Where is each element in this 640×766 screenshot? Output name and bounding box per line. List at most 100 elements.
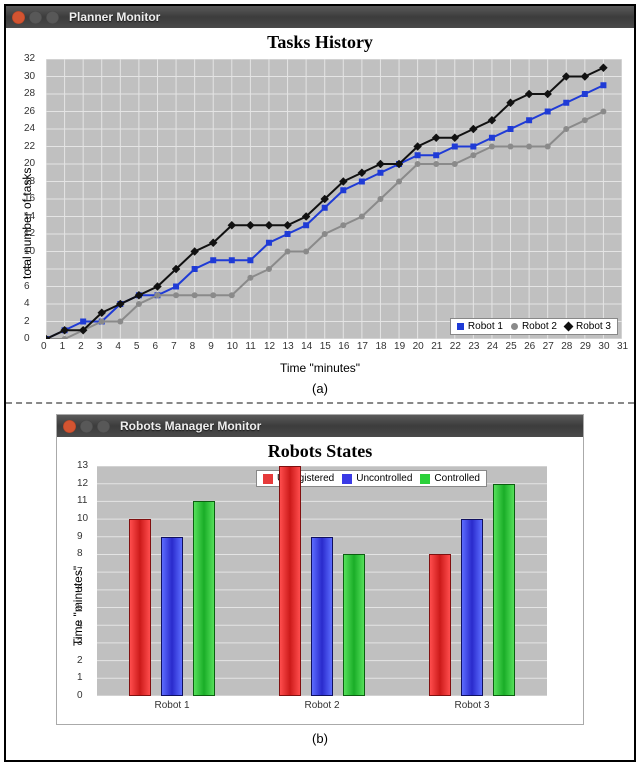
planner-monitor-window: Planner Monitor Tasks History total numb… <box>6 6 634 396</box>
x-tick-label: 30 <box>598 341 609 352</box>
y-tick-label: 3 <box>77 637 83 648</box>
bar <box>461 519 483 696</box>
legend-label: Controlled <box>434 473 480 484</box>
x-tick-label: 9 <box>208 341 214 352</box>
bar <box>311 537 333 696</box>
y-tick-label: 24 <box>24 123 42 134</box>
y-tick-label: 20 <box>24 158 42 169</box>
x-tick-label: 6 <box>152 341 158 352</box>
legend-item: Robot 2 <box>511 321 557 332</box>
y-tick-label: 0 <box>24 333 42 344</box>
y-tick-label: 6 <box>77 584 83 595</box>
y-tick-label: 5 <box>77 602 83 613</box>
x-tick-label: 13 <box>283 341 294 352</box>
close-icon[interactable] <box>63 420 76 433</box>
y-tick-label: 7 <box>77 566 83 577</box>
x-tick-label: 5 <box>134 341 140 352</box>
y-tick-label: 1 <box>77 672 83 683</box>
y-tick-label: 13 <box>77 460 88 471</box>
maximize-icon[interactable] <box>46 11 59 24</box>
legend-item: Controlled <box>420 473 480 484</box>
bar <box>279 466 301 696</box>
bar <box>161 537 183 696</box>
y-tick-label: 6 <box>24 281 42 292</box>
y-tick-label: 22 <box>24 141 42 152</box>
legend-item: Uncontrolled <box>342 473 412 484</box>
x-tick-label: 10 <box>227 341 238 352</box>
y-tick-label: 14 <box>24 211 42 222</box>
y-tick-label: 12 <box>24 228 42 239</box>
y-tick-label: 4 <box>77 619 83 630</box>
x-tick-label: 31 <box>617 341 628 352</box>
y-tick-label: 30 <box>24 71 42 82</box>
maximize-icon[interactable] <box>97 420 110 433</box>
x-tick-label: 3 <box>97 341 103 352</box>
legend-label: Robot 1 <box>468 321 503 332</box>
bar-chart: Unregistered Uncontrolled Controlled 012… <box>97 466 547 696</box>
bar <box>429 554 451 696</box>
chart-title: Robots States <box>57 437 583 462</box>
window-titlebar[interactable]: Planner Monitor <box>6 6 634 28</box>
x-tick-label: 21 <box>431 341 442 352</box>
y-tick-label: 16 <box>24 193 42 204</box>
x-tick-label: 7 <box>171 341 177 352</box>
x-tick-label: 27 <box>543 341 554 352</box>
legend-item: Robot 3 <box>565 321 611 332</box>
x-tick-label: 17 <box>357 341 368 352</box>
y-tick-label: 8 <box>77 548 83 559</box>
close-icon[interactable] <box>12 11 25 24</box>
x-tick-label: 25 <box>506 341 517 352</box>
panel-divider <box>6 402 634 404</box>
y-tick-label: 2 <box>77 655 83 666</box>
window-title: Planner Monitor <box>69 10 160 24</box>
legend-label: Robot 3 <box>576 321 611 332</box>
y-tick-label: 4 <box>24 298 42 309</box>
x-tick-label: 28 <box>561 341 572 352</box>
x-tick-label: 23 <box>468 341 479 352</box>
y-tick-label: 11 <box>77 495 87 506</box>
x-tick-label: 22 <box>450 341 461 352</box>
minimize-icon[interactable] <box>80 420 93 433</box>
x-tick-label: 19 <box>394 341 405 352</box>
x-tick-label: 20 <box>413 341 424 352</box>
legend-label: Robot 2 <box>522 321 557 332</box>
x-tick-label: 1 <box>60 341 66 352</box>
x-tick-label: 11 <box>245 341 255 352</box>
x-tick-label: 24 <box>487 341 498 352</box>
window-titlebar[interactable]: Robots Manager Monitor <box>57 415 583 437</box>
x-tick-label: 2 <box>78 341 84 352</box>
y-tick-label: 9 <box>77 531 83 542</box>
legend-item: Robot 1 <box>457 321 503 332</box>
y-tick-label: 26 <box>24 106 42 117</box>
bar <box>493 484 515 696</box>
y-tick-label: 2 <box>24 316 42 327</box>
y-tick-label: 8 <box>24 263 42 274</box>
window-title: Robots Manager Monitor <box>120 419 261 433</box>
y-tick-label: 18 <box>24 176 42 187</box>
x-tick-label: 16 <box>338 341 349 352</box>
x-tick-label: 26 <box>524 341 535 352</box>
subfigure-label: (a) <box>6 381 634 396</box>
bar <box>193 501 215 696</box>
y-tick-label: 0 <box>77 690 83 701</box>
y-tick-label: 12 <box>77 478 88 489</box>
bar <box>343 554 365 696</box>
x-tick-label: 14 <box>301 341 312 352</box>
x-tick-label: 4 <box>115 341 121 352</box>
line-chart: Robot 1 Robot 2 Robot 3 0246810121416182… <box>46 59 622 339</box>
bar <box>129 519 151 696</box>
y-tick-label: 10 <box>77 513 88 524</box>
chart-title: Tasks History <box>6 28 634 53</box>
x-tick-label: 29 <box>580 341 591 352</box>
x-tick-label: 18 <box>375 341 386 352</box>
x-tick-label: 15 <box>320 341 331 352</box>
subfigure-label: (b) <box>56 731 584 746</box>
y-tick-label: 10 <box>24 246 42 257</box>
x-tick-label: 8 <box>190 341 196 352</box>
y-tick-label: 32 <box>24 53 42 64</box>
legend-label: Uncontrolled <box>356 473 412 484</box>
x-axis-label: Time "minutes" <box>6 361 634 375</box>
x-tick-label: 12 <box>264 341 275 352</box>
chart-legend: Robot 1 Robot 2 Robot 3 <box>450 318 618 335</box>
minimize-icon[interactable] <box>29 11 42 24</box>
